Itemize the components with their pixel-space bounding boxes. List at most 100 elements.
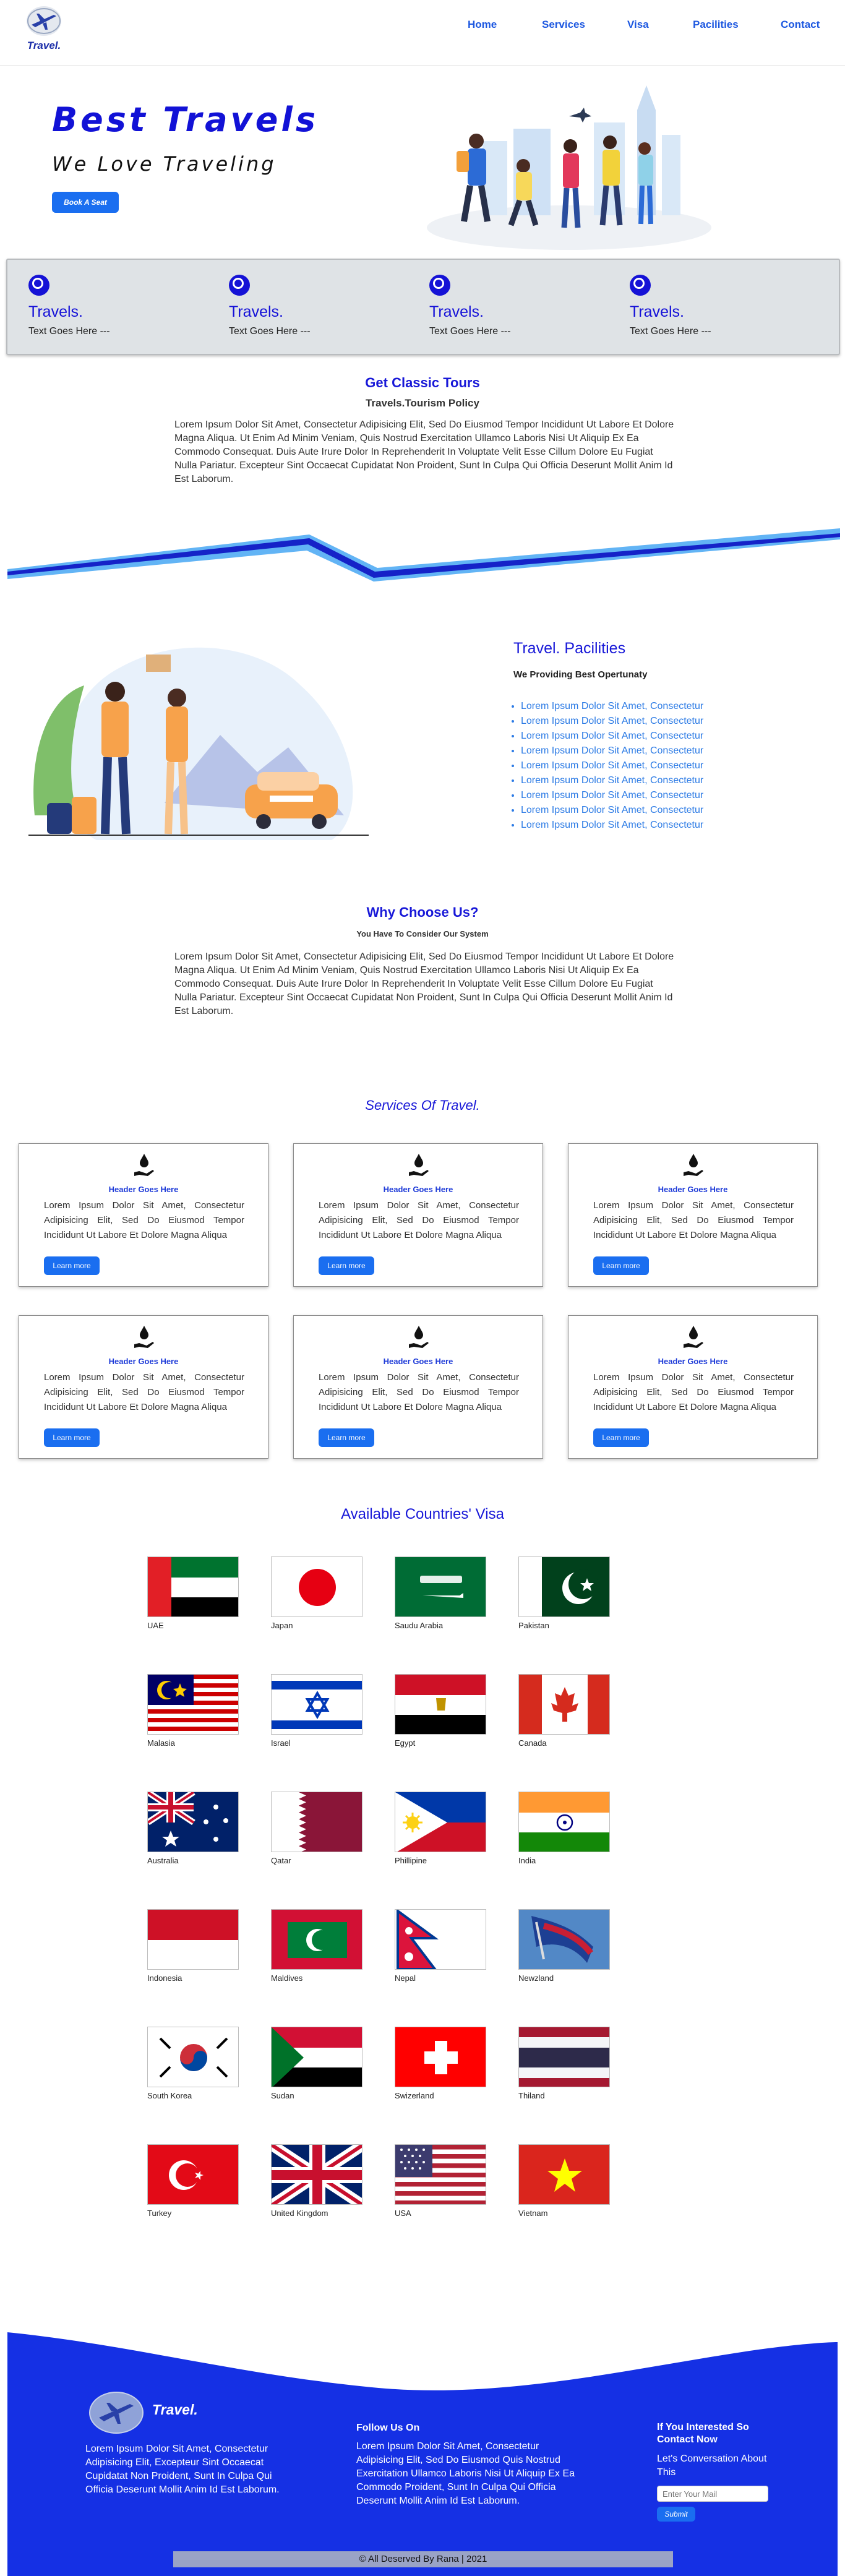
flag-india[interactable] — [518, 1792, 610, 1852]
learn-more-button[interactable]: Learn more — [593, 1256, 649, 1275]
country-label: Canada — [518, 1738, 547, 1748]
book-seat-button[interactable]: Book A Seat — [52, 192, 119, 213]
country-label: Malasia — [147, 1738, 175, 1748]
facility-item[interactable]: Lorem Ipsum Dolor Sit Amet, Consectetur — [521, 773, 703, 788]
country-label: Israel — [271, 1738, 291, 1748]
service-header: Header Goes Here — [658, 1357, 728, 1366]
site-logo[interactable]: Travel. — [22, 6, 66, 56]
nav-home[interactable]: Home — [468, 19, 497, 31]
feature-item: Travels. Text Goes Here --- — [630, 275, 815, 337]
flag-united-kingdom[interactable] — [271, 2144, 362, 2205]
hand-water-drop-icon — [409, 1154, 429, 1176]
hand-water-drop-icon — [409, 1326, 429, 1348]
service-card: Header Goes Here Lorem Ipsum Dolor Sit A… — [568, 1315, 818, 1459]
hand-water-drop-icon — [684, 1326, 703, 1348]
hand-water-drop-icon — [134, 1154, 154, 1176]
submit-button[interactable]: Submit — [657, 2507, 695, 2522]
service-header: Header Goes Here — [383, 1185, 453, 1194]
flag-newzland[interactable] — [518, 1909, 610, 1970]
flag-uae[interactable] — [147, 1556, 239, 1617]
feature-text: Text Goes Here --- — [229, 326, 311, 337]
flag-malaysia[interactable] — [147, 1674, 239, 1735]
service-card: Header Goes Here Lorem Ipsum Dolor Sit A… — [568, 1143, 818, 1287]
facility-item[interactable]: Lorem Ipsum Dolor Sit Amet, Consectetur — [521, 788, 703, 803]
feature-text: Text Goes Here --- — [28, 326, 110, 337]
flag-sudan[interactable] — [271, 2027, 362, 2087]
why-subtitle: You Have To Consider Our System — [356, 929, 489, 938]
flag-australia[interactable] — [147, 1792, 239, 1852]
country-label: Japan — [271, 1621, 293, 1630]
flag-nepal[interactable] — [395, 1909, 486, 1970]
flag-japan[interactable] — [271, 1556, 362, 1617]
nav-contact[interactable]: Contact — [781, 19, 820, 31]
facility-item[interactable]: Lorem Ipsum Dolor Sit Amet, Consectetur — [521, 744, 703, 758]
country-label: Swizerland — [395, 2091, 434, 2100]
country-label: Qatar — [271, 1856, 291, 1865]
footer-logo-text: Travel. — [152, 2402, 198, 2418]
service-card: Header Goes Here Lorem Ipsum Dolor Sit A… — [293, 1143, 543, 1287]
country-label: Maldives — [271, 1973, 303, 1983]
airplane-logo-icon — [27, 6, 61, 36]
flag-egypt[interactable] — [395, 1674, 486, 1735]
facility-item[interactable]: Lorem Ipsum Dolor Sit Amet, Consectetur — [521, 729, 703, 744]
service-header: Header Goes Here — [108, 1357, 179, 1366]
feature-text: Text Goes Here --- — [429, 326, 511, 337]
flag-indonesia[interactable] — [147, 1909, 239, 1970]
nav-services[interactable]: Services — [542, 19, 585, 31]
footer-logo-icon — [89, 2392, 144, 2434]
why-text: Lorem Ipsum Dolor Sit Amet, Consectetur … — [174, 951, 674, 1016]
nav-pacilities[interactable]: Pacilities — [693, 19, 739, 31]
copyright-bar: © All Deserved By Rana | 2021 — [173, 2551, 673, 2567]
globe-icon — [229, 275, 250, 296]
facilities-title: Travel. Pacilities — [513, 640, 626, 657]
learn-more-button[interactable]: Learn more — [44, 1256, 100, 1275]
facility-item[interactable]: Lorem Ipsum Dolor Sit Amet, Consectetur — [521, 699, 703, 714]
hero-title: Best Travels — [52, 100, 319, 139]
flag-south-korea[interactable] — [147, 2027, 239, 2087]
service-header: Header Goes Here — [108, 1185, 179, 1194]
globe-icon — [28, 275, 49, 296]
flag-usa[interactable] — [395, 2144, 486, 2205]
email-input[interactable] — [657, 2486, 768, 2502]
globe-icon — [429, 275, 450, 296]
feature-title: Travels. — [630, 303, 684, 320]
country-label: Thiland — [518, 2091, 545, 2100]
flag-qatar[interactable] — [271, 1792, 362, 1852]
service-card: Header Goes Here Lorem Ipsum Dolor Sit A… — [293, 1315, 543, 1459]
learn-more-button[interactable]: Learn more — [593, 1428, 649, 1447]
flag-vietnam[interactable] — [518, 2144, 610, 2205]
facility-item[interactable]: Lorem Ipsum Dolor Sit Amet, Consectetur — [521, 803, 703, 818]
flag-saudi-arabia[interactable] — [395, 1556, 486, 1617]
country-label: Phillipine — [395, 1856, 427, 1865]
country-label: USA — [395, 2209, 411, 2218]
flag-canada[interactable] — [518, 1674, 610, 1735]
flag-thailand[interactable] — [518, 2027, 610, 2087]
tours-subtitle: Travels.Tourism Policy — [366, 397, 479, 409]
logo-text: Travel. — [27, 40, 61, 51]
service-card: Header Goes Here Lorem Ipsum Dolor Sit A… — [19, 1315, 268, 1459]
service-text: Lorem Ipsum Dolor Sit Amet, Consectetur … — [319, 1372, 519, 1412]
flag-philippines[interactable] — [395, 1792, 486, 1852]
feature-item: Travels. Text Goes Here --- — [429, 275, 615, 337]
contact-title: If You Interested So Contact Now — [657, 2422, 749, 2445]
country-label: Australia — [147, 1856, 179, 1865]
flag-maldives[interactable] — [271, 1909, 362, 1970]
hand-water-drop-icon — [134, 1326, 154, 1348]
service-text: Lorem Ipsum Dolor Sit Amet, Consectetur … — [44, 1200, 244, 1240]
country-label: United Kingdom — [271, 2209, 328, 2218]
tours-text: Lorem Ipsum Dolor Sit Amet, Consectetur … — [174, 419, 674, 484]
flag-turkey[interactable] — [147, 2144, 239, 2205]
nav-visa[interactable]: Visa — [627, 19, 649, 31]
flag-pakistan[interactable] — [518, 1556, 610, 1617]
flag-switzerland[interactable] — [395, 2027, 486, 2087]
learn-more-button[interactable]: Learn more — [319, 1428, 374, 1447]
facility-item[interactable]: Lorem Ipsum Dolor Sit Amet, Consectetur — [521, 758, 703, 773]
feature-text: Text Goes Here --- — [630, 326, 711, 337]
learn-more-button[interactable]: Learn more — [319, 1256, 374, 1275]
facility-item[interactable]: Lorem Ipsum Dolor Sit Amet, Consectetur — [521, 714, 703, 729]
service-card: Header Goes Here Lorem Ipsum Dolor Sit A… — [19, 1143, 268, 1287]
facility-item[interactable]: Lorem Ipsum Dolor Sit Amet, Consectetur — [521, 818, 703, 833]
flag-israel[interactable] — [271, 1674, 362, 1735]
learn-more-button[interactable]: Learn more — [44, 1428, 100, 1447]
service-text: Lorem Ipsum Dolor Sit Amet, Consectetur … — [319, 1200, 519, 1240]
